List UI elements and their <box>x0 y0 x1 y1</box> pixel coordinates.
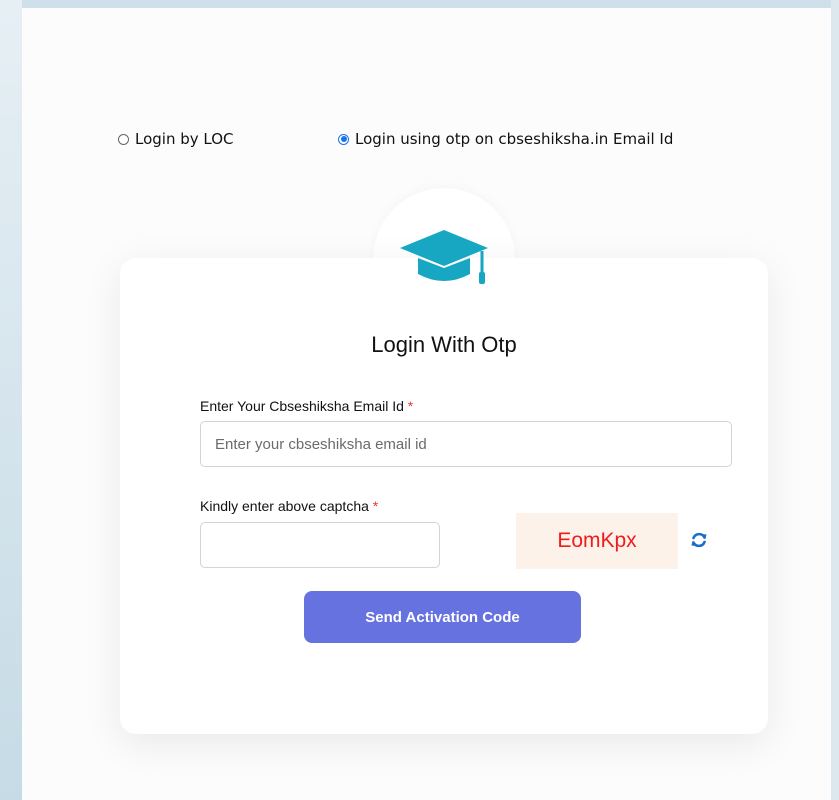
login-using-otp-radio[interactable] <box>338 133 349 145</box>
login-using-otp-label[interactable]: Login using otp on cbseshiksha.in Email … <box>355 130 673 148</box>
email-label: Enter Your Cbseshiksha Email Id * <box>200 398 413 414</box>
login-card: Login With Otp Enter Your Cbseshiksha Em… <box>120 258 768 734</box>
captcha-image: EomKpx <box>516 513 678 569</box>
login-by-loc-label[interactable]: Login by LOC <box>135 130 234 148</box>
captcha-label-text: Kindly enter above captcha <box>200 498 369 514</box>
email-label-text: Enter Your Cbseshiksha Email Id <box>200 398 404 414</box>
page-background-left <box>0 0 22 800</box>
email-required-mark: * <box>407 398 414 414</box>
page-background-right <box>831 0 839 800</box>
refresh-icon[interactable] <box>689 530 709 550</box>
captcha-required-mark: * <box>372 498 379 514</box>
login-panel: Login by LOC Login using otp on cbseshik… <box>22 8 831 800</box>
captcha-input[interactable] <box>200 522 440 568</box>
form-title: Login With Otp <box>371 332 517 357</box>
captcha-code: EomKpx <box>557 529 637 552</box>
send-activation-code-button[interactable]: Send Activation Code <box>304 591 581 643</box>
login-by-loc-radio[interactable] <box>118 133 129 145</box>
captcha-label: Kindly enter above captcha * <box>200 498 378 514</box>
graduation-cap-icon <box>396 226 492 298</box>
login-by-loc-option[interactable]: Login by LOC <box>118 130 234 148</box>
email-input[interactable] <box>200 421 732 467</box>
login-using-otp-option[interactable]: Login using otp on cbseshiksha.in Email … <box>338 130 673 148</box>
login-mode-selector: Login by LOC Login using otp on cbseshik… <box>118 126 818 156</box>
